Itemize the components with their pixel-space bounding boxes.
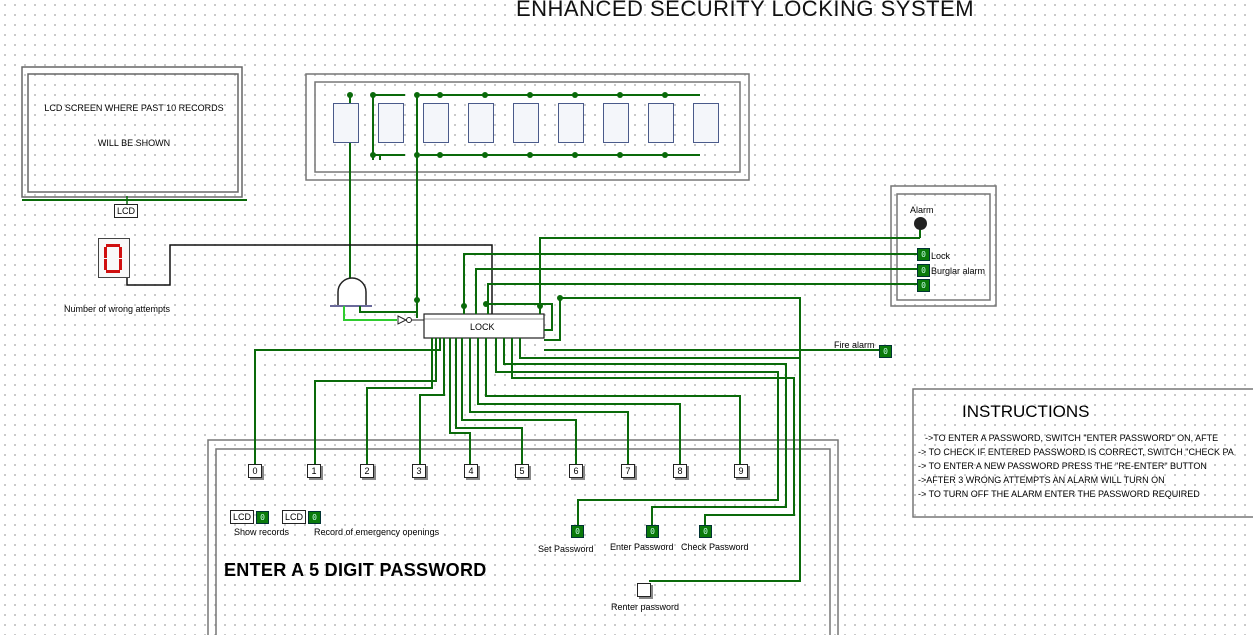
burglar-alarm-label: Burglar alarm [931,266,986,276]
emergency-records-label: Record of emergency openings [314,527,440,537]
instruction-line: -> TO ENTER A NEW PASSWORD PRESS THE "RE… [918,461,1207,471]
lock-output-label: Lock [931,251,951,261]
digit-display [378,103,404,143]
show-records-label: Show records [234,527,290,537]
digit-button-0[interactable]: 0 [248,464,262,478]
digit-button-7[interactable]: 7 [621,464,635,478]
show-records-toggle[interactable]: 0 [256,511,269,524]
digit-button-1[interactable]: 1 [307,464,321,478]
show-records-lcd-tag: LCD [230,510,255,524]
enter-password-label: Enter Password [610,542,674,552]
lcd-screen-line-1: LCD SCREEN WHERE PAST 10 RECORDS [44,103,224,113]
lock-chip-label: LOCK [470,322,495,332]
check-password-label: Check Password [681,542,749,552]
digit-button-6[interactable]: 6 [569,464,583,478]
digit-button-8[interactable]: 8 [673,464,687,478]
digit-display [513,103,539,143]
digit-button-2[interactable]: 2 [360,464,374,478]
alarm-panel-frame [890,185,997,307]
alarm-label: Alarm [910,205,934,215]
renter-password-button[interactable] [637,583,651,597]
digit-display [423,103,449,143]
digit-button-5[interactable]: 5 [515,464,529,478]
digit-display [603,103,629,143]
digit-display [558,103,584,143]
burglar-alarm-toggle[interactable]: 0 [917,264,930,277]
circuit-wiring [21,66,1253,635]
digit-display [333,103,359,143]
digit-display [468,103,494,143]
renter-password-label: Renter password [611,602,680,612]
set-password-label: Set Password [538,544,594,554]
instruction-line: ->AFTER 3 WRONG ATTEMPTS AN ALARM WILL T… [918,475,1165,485]
seven-segment-icon [104,244,122,273]
lcd-screen-line-2: WILL BE SHOWN [97,138,171,148]
fire-alarm-toggle[interactable]: 0 [879,345,892,358]
alarm-output-toggle[interactable]: 0 [917,279,930,292]
fire-alarm-label: Fire alarm [834,340,875,350]
lcd-tag: LCD [114,204,139,218]
digit-button-9[interactable]: 9 [734,464,748,478]
and-gate [337,277,367,307]
instruction-line: -> TO CHECK IF ENTERED PASSWORD IS CORRE… [918,447,1234,457]
wrong-attempts-label: Number of wrong attempts [64,304,171,314]
check-password-toggle[interactable]: 0 [699,525,712,538]
emergency-records-lcd-tag: LCD [282,510,307,524]
lock-output-toggle[interactable]: 0 [917,248,930,261]
wrong-attempts-display [98,238,130,278]
alarm-lamp-icon [914,217,927,230]
emergency-records-toggle[interactable]: 0 [308,511,321,524]
set-password-toggle[interactable]: 0 [571,525,584,538]
keypad-heading: ENTER A 5 DIGIT PASSWORD [224,560,487,580]
instructions-heading: INSTRUCTIONS [962,402,1090,421]
instruction-line: ->TO ENTER A PASSWORD, SWITCH "ENTER PAS… [925,433,1219,443]
digit-button-3[interactable]: 3 [412,464,426,478]
enter-password-toggle[interactable]: 0 [646,525,659,538]
digit-button-4[interactable]: 4 [464,464,478,478]
digit-display [693,103,719,143]
lcd-frame [21,66,243,198]
instruction-line: -> TO TURN OFF THE ALARM ENTER THE PASSW… [918,489,1200,499]
digit-display [648,103,674,143]
